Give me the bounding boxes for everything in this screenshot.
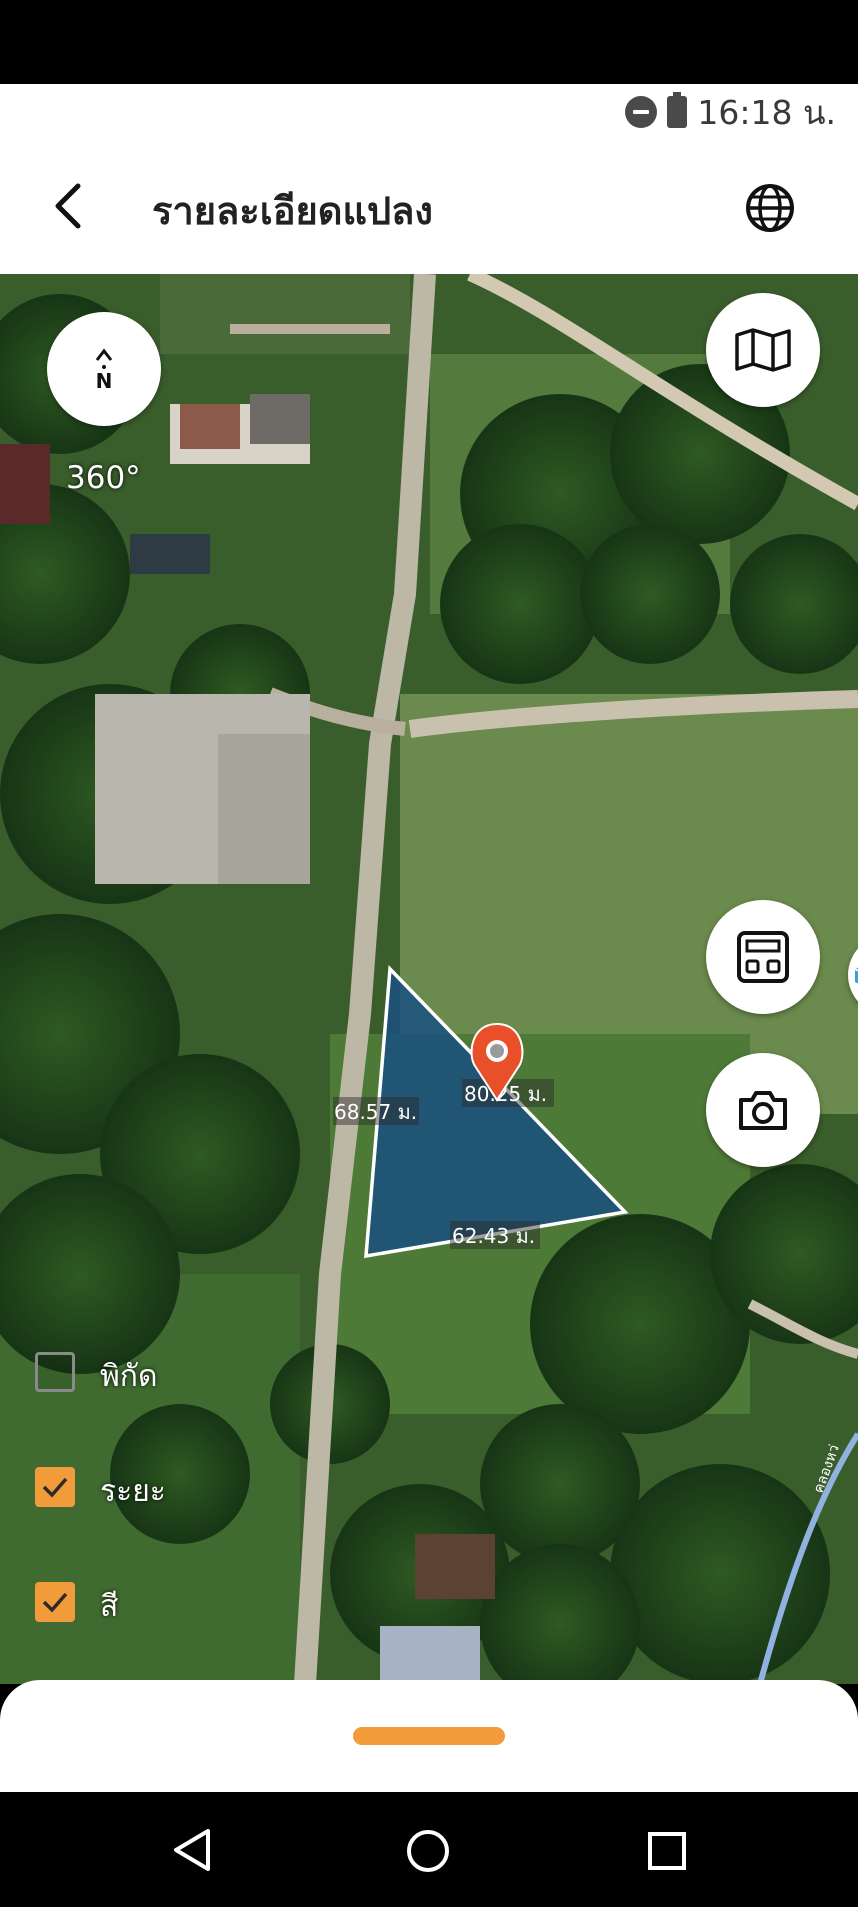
toggle-color[interactable] (35, 1582, 75, 1622)
north-label: N (95, 369, 113, 393)
globe-icon[interactable] (742, 180, 798, 236)
toggle-distance[interactable] (35, 1467, 75, 1507)
back-arrow-icon[interactable] (44, 176, 94, 236)
page-title: รายละเอียดแปลง (152, 189, 433, 233)
camera-icon (739, 1091, 787, 1130)
camera-button[interactable] (706, 1053, 820, 1167)
distance-label-bottom: 62.43 ม. (452, 1224, 535, 1248)
distance-label-left: 68.57 ม. (334, 1100, 417, 1124)
color-label: สี (100, 1589, 119, 1624)
cube-icon (854, 967, 858, 984)
map-icon (735, 328, 791, 372)
distance-checkbox[interactable] (35, 1467, 75, 1507)
color-checkbox[interactable] (35, 1582, 75, 1622)
check-icon (42, 1477, 68, 1498)
top-black-bar (0, 0, 858, 84)
do-not-disturb-icon (625, 96, 658, 128)
nav-back-icon[interactable] (170, 1827, 214, 1873)
distance-label: ระยะ (100, 1474, 166, 1509)
toggle-coordinates[interactable] (35, 1352, 75, 1392)
heading-readout: 360° (66, 460, 141, 496)
coordinates-label: พิกัด (100, 1359, 158, 1394)
status-icons: 16:18 น. (625, 90, 836, 134)
sheet-drag-handle[interactable] (353, 1727, 505, 1745)
status-time: 16:18 น. (697, 92, 836, 132)
map-layer-button[interactable] (706, 293, 820, 407)
battery-charging-icon (667, 92, 688, 128)
nav-home-icon[interactable] (405, 1828, 451, 1874)
check-icon (42, 1592, 68, 1613)
calculator-button[interactable] (706, 900, 820, 1014)
compass-button[interactable]: N (47, 312, 161, 426)
calculator-icon (737, 931, 789, 983)
coordinates-checkbox[interactable] (35, 1352, 75, 1392)
north-arrow-icon (95, 348, 113, 361)
nav-recents-icon[interactable] (646, 1830, 688, 1872)
